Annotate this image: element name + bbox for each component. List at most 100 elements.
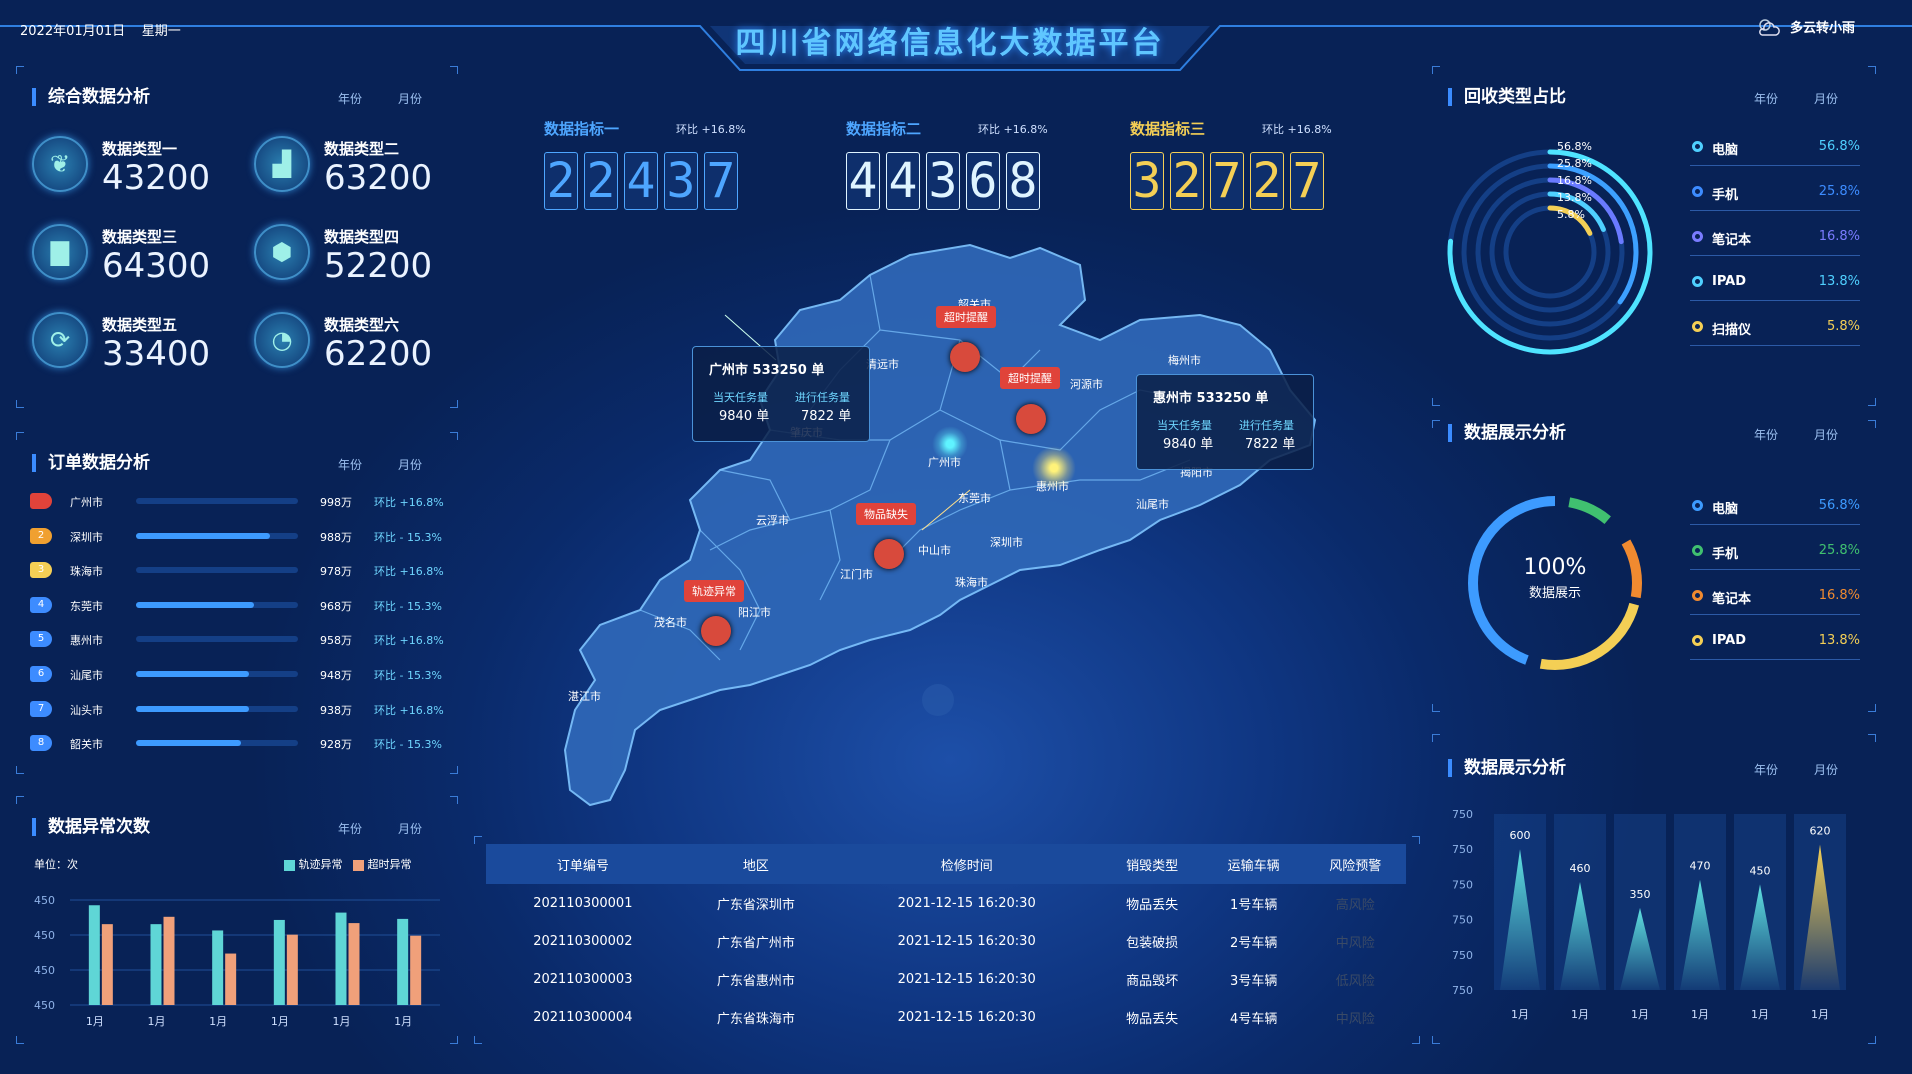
alert-marker[interactable] bbox=[874, 539, 904, 569]
pie-chart-icon: ◔ bbox=[254, 312, 310, 368]
table-cell: 202110300001 bbox=[533, 895, 633, 911]
recycle-legend-row[interactable]: 扫描仪 5.8% bbox=[1690, 312, 1860, 346]
anomaly-unit: 单位：次 bbox=[34, 858, 78, 871]
recycle-legend-row[interactable]: 笔记本 16.8% bbox=[1690, 222, 1860, 256]
table-header-cell[interactable]: 销毁类型 bbox=[1101, 844, 1203, 884]
legend-label-trajectory: 轨迹异常 bbox=[298, 858, 343, 871]
tabs-recycle: 年份 月份 bbox=[1736, 90, 1856, 107]
order-bar-fill bbox=[136, 705, 250, 712]
tab-year[interactable]: 年份 bbox=[320, 456, 380, 473]
table-header-cell[interactable]: 运输车辆 bbox=[1202, 844, 1305, 884]
legend-swatch-trajectory bbox=[284, 859, 295, 871]
legend-dot bbox=[1692, 590, 1703, 601]
digit-box: 4 bbox=[846, 152, 880, 210]
table-header-cell[interactable]: 检修时间 bbox=[831, 844, 1102, 884]
tab-month[interactable]: 月份 bbox=[1796, 90, 1856, 107]
tab-year[interactable]: 年份 bbox=[320, 90, 380, 107]
tab-year[interactable]: 年份 bbox=[320, 820, 380, 837]
legend-name: 手机 bbox=[1712, 547, 1739, 562]
map-city-label: 云浮市 bbox=[756, 514, 789, 527]
legend-name: 扫描仪 bbox=[1712, 323, 1752, 338]
order-row: 3 珠海市 978万 环比 +16.8% bbox=[30, 560, 450, 580]
tab-month[interactable]: 月份 bbox=[380, 90, 440, 107]
table-row[interactable]: 202110300001 广东省深圳市 2021-12-15 16:20:30 物品丢… bbox=[486, 884, 1406, 922]
y-tick-label: 450 bbox=[34, 929, 55, 942]
panel-corner bbox=[1412, 836, 1420, 844]
city-popup: 广州市 533250 单 当天任务量 9840 单 进行任务量 7822 单 bbox=[692, 346, 870, 442]
table-cell: 2021-12-15 16:20:30 bbox=[897, 933, 1036, 949]
tab-year[interactable]: 年份 bbox=[1736, 90, 1796, 107]
alert-tag[interactable]: 物品缺失 bbox=[856, 503, 916, 525]
legend-name: 手机 bbox=[1712, 188, 1739, 203]
order-change: 环比 +16.8% bbox=[374, 565, 444, 579]
spike-value-label: 600 bbox=[1510, 829, 1531, 842]
section-title-anomaly: 数据异常次数 bbox=[32, 818, 150, 836]
rank-flag: 8 bbox=[30, 735, 52, 752]
tab-month[interactable]: 月份 bbox=[380, 820, 440, 837]
display-legend-row[interactable]: 笔记本 16.8% bbox=[1690, 581, 1860, 615]
ring-label: 16.8% bbox=[1557, 174, 1592, 187]
indicator-change: 环比 +16.8% bbox=[978, 123, 1048, 136]
legend-pct: 13.8% bbox=[1818, 633, 1860, 648]
alert-tag[interactable]: 超时提醒 bbox=[1000, 367, 1060, 389]
ring-label: 25.8% bbox=[1557, 157, 1592, 170]
map-city-label: 中山市 bbox=[918, 544, 951, 557]
huizhou-hotspot[interactable] bbox=[1032, 446, 1076, 490]
x-tick-label: 1月 bbox=[1751, 1008, 1769, 1021]
order-bar bbox=[136, 601, 298, 608]
table-cell: 3号车辆 bbox=[1230, 973, 1278, 989]
recycle-legend-row[interactable]: IPAD 13.8% bbox=[1690, 267, 1860, 301]
order-bar bbox=[136, 532, 298, 539]
legend-pct: 25.8% bbox=[1818, 184, 1860, 199]
x-tick-label: 1月 bbox=[1571, 1008, 1589, 1021]
tab-month[interactable]: 月份 bbox=[1796, 426, 1856, 443]
guangzhou-hotspot[interactable] bbox=[932, 426, 968, 462]
digit-box: 2 bbox=[1250, 152, 1284, 210]
tabs-display-1: 年份 月份 bbox=[1736, 426, 1856, 443]
legend-pct: 56.8% bbox=[1818, 498, 1860, 513]
table-header-cell[interactable]: 订单编号 bbox=[486, 844, 680, 884]
legend-name: IPAD bbox=[1712, 633, 1747, 648]
panel-corner bbox=[1412, 1036, 1420, 1044]
alert-marker[interactable] bbox=[950, 342, 980, 372]
order-change: 环比 +16.8% bbox=[374, 496, 444, 509]
recycle-legend-row[interactable]: 手机 25.8% bbox=[1690, 177, 1860, 211]
display-legend-row[interactable]: IPAD 13.8% bbox=[1690, 626, 1860, 660]
panel-corner bbox=[1432, 398, 1440, 406]
order-value: 978万 bbox=[320, 565, 352, 579]
panel-corner bbox=[450, 400, 458, 408]
table-row[interactable]: 202110300002 广东省广州市 2021-12-15 16:20:30 包装破… bbox=[486, 922, 1406, 960]
donut-segment bbox=[1621, 539, 1642, 599]
tab-year[interactable]: 年份 bbox=[1736, 761, 1796, 778]
table-header-cell[interactable]: 地区 bbox=[679, 844, 832, 884]
table-cell: 2021-12-15 16:20:30 bbox=[897, 1009, 1036, 1025]
rank-flag: 3 bbox=[30, 562, 52, 579]
legend-name: 电脑 bbox=[1712, 502, 1739, 517]
digit-box: 2 bbox=[584, 152, 618, 210]
anomaly-bar bbox=[397, 918, 409, 1005]
recycle-legend-row[interactable]: 电脑 56.8% bbox=[1690, 132, 1860, 166]
display-legend-row[interactable]: 手机 25.8% bbox=[1690, 536, 1860, 570]
stat-value: 63200 bbox=[324, 158, 433, 198]
alert-tag[interactable]: 轨迹异常 bbox=[684, 580, 744, 602]
table-row[interactable]: 202110300003 广东省惠州市 2021-12-15 16:20:30 商品毁… bbox=[486, 960, 1406, 998]
order-change: 环比 - 15.3% bbox=[374, 669, 442, 682]
tab-month[interactable]: 月份 bbox=[1796, 761, 1856, 778]
legend-pct: 25.8% bbox=[1818, 543, 1860, 558]
alert-marker[interactable] bbox=[1016, 404, 1046, 434]
alert-tag[interactable]: 超时提醒 bbox=[936, 306, 996, 328]
alert-marker[interactable] bbox=[701, 616, 731, 646]
display-legend-row[interactable]: 电脑 56.8% bbox=[1690, 491, 1860, 525]
table-header-cell[interactable]: 风险预警 bbox=[1304, 844, 1406, 884]
tab-year[interactable]: 年份 bbox=[1736, 426, 1796, 443]
table-row[interactable]: 202110300004 广东省珠海市 2021-12-15 16:20:30 物品丢… bbox=[486, 998, 1406, 1036]
order-bar-fill bbox=[136, 601, 255, 608]
stat-value: 33400 bbox=[102, 334, 211, 374]
panel-corner bbox=[474, 1036, 482, 1044]
y-tick-label: 750 bbox=[1452, 984, 1473, 997]
tab-month[interactable]: 月份 bbox=[380, 456, 440, 473]
digit-box: 7 bbox=[1210, 152, 1244, 210]
x-tick-label: 1月 bbox=[1511, 1008, 1529, 1021]
table-cell: 202110300003 bbox=[533, 971, 633, 987]
digit-box: 3 bbox=[926, 152, 960, 210]
